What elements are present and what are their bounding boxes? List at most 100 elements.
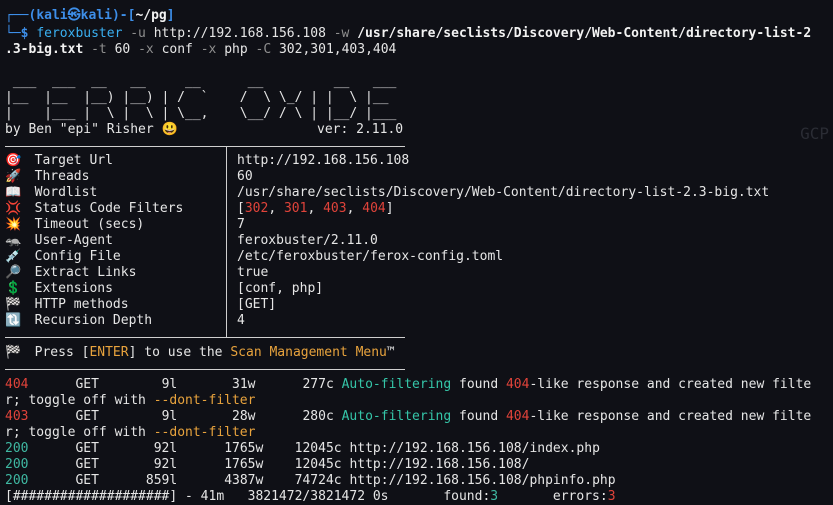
progress-bar: [####################] (5, 489, 178, 504)
menu-hint-pre: Press [ (34, 345, 90, 360)
magnifier-icon: 🔎 (5, 265, 22, 280)
status-code-filters-value: [302, 301, 403, 404] (237, 201, 394, 217)
filter-code: 302 (244, 201, 269, 216)
config-top-rule (5, 146, 405, 147)
result-row: 200 GET 92l 1765w 12045c http://192.168.… (5, 457, 529, 473)
result-row: 403 GET 9l 28w 280c Auto-filtering found… (5, 409, 811, 425)
config-value: /usr/share/seclists/Discovery/Web-Conten… (237, 185, 770, 200)
result-code: 403 (5, 409, 29, 424)
config-row: 🔃 Recursion Depth (5, 313, 152, 329)
result-lines: 9l (161, 409, 178, 424)
config-value: 60 (237, 169, 253, 184)
result-words: 1765w (224, 457, 264, 472)
result-code: 404 (5, 377, 29, 392)
wrap-flag: --dont-filter (153, 425, 256, 440)
progress-eta: 0s (372, 489, 389, 504)
config-value: [GET] (237, 297, 277, 312)
result-autofilter: Auto-filtering (341, 377, 452, 392)
config-row: 💲 Extensions (5, 281, 113, 297)
result-url[interactable]: http://192.168.156.108/phpinfo.php (349, 473, 615, 488)
result-wrap: r; toggle off with --dont-filter (5, 425, 255, 441)
config-label: User-Agent (34, 233, 113, 248)
command-flag-x1: -x (138, 42, 154, 57)
config-label: Wordlist (34, 185, 98, 200)
result-text-code: 404 (505, 409, 530, 424)
progress-stats: - 41m 3821472/3821472 (177, 489, 366, 504)
config-value: 7 (237, 217, 245, 232)
wrap-flag: --dont-filter (153, 393, 256, 408)
prompt-mid: )-[ (111, 8, 136, 23)
prompt-dollar: $ (20, 26, 29, 41)
menu-rule (5, 369, 405, 370)
result-lines: 92l (153, 441, 178, 456)
result-chars: 277c (302, 377, 334, 392)
result-text: found (451, 377, 506, 392)
config-value: /etc/feroxbuster/ferox-config.toml (237, 249, 504, 264)
config-row: 🚀 Threads (5, 169, 89, 185)
result-method: GET (75, 457, 99, 472)
badger-icon: 🦡 (5, 233, 22, 248)
result-method: GET (75, 377, 99, 392)
result-text: found (451, 409, 506, 424)
result-url[interactable]: http://192.168.156.108/index.php (349, 441, 599, 456)
result-words: 4387w (224, 473, 264, 488)
watermark: GCP (800, 124, 829, 143)
config-label: Threads (34, 169, 90, 184)
checkered-flag-icon: 🏁 (5, 297, 22, 312)
result-code: 200 (5, 473, 29, 488)
config-row: 💥 Timeout (secs) (5, 217, 144, 233)
progress-found-label: found: (443, 489, 491, 504)
config-label: HTTP methods (34, 297, 129, 312)
menu-hint-key: ENTER (89, 345, 129, 360)
prompt-user: kali (36, 8, 68, 23)
prompt-line: ┌──(kali㉿kali)-[~/pg] (5, 8, 175, 24)
result-row: 200 GET 859l 4387w 74724c http://192.168… (5, 473, 616, 489)
prompt-host: kali (80, 8, 112, 23)
result-chars: 280c (302, 409, 334, 424)
menu-hint-mid: ] to use the (128, 345, 231, 360)
filter-code: 403 (323, 201, 347, 216)
config-row: 💉 Config File (5, 249, 121, 265)
target-icon: 🎯 (5, 153, 22, 168)
command-flag-c: -C (255, 42, 272, 57)
refresh-icon: 🔃 (5, 313, 22, 328)
result-lines: 9l (161, 377, 178, 392)
command-flag-u: -u (130, 26, 146, 41)
progress-found: 3 (490, 489, 499, 504)
config-value: feroxbuster/2.11.0 (237, 233, 378, 248)
filter-sep: , (346, 201, 363, 216)
config-label: Config File (34, 249, 121, 264)
progress-errors-label: errors: (552, 489, 608, 504)
config-row: 🔎 Extract Links (5, 265, 136, 281)
banner-author-text: by Ben "epi" Risher (5, 122, 154, 137)
banner-art-1: ___ ___ __ __ __ __ __ ___ (5, 74, 397, 89)
config-value: http://192.168.156.108 (237, 153, 410, 168)
prompt-end: ] (166, 8, 175, 23)
command-line-wrap: .3-big.txt -t 60 -x conf -x php -C 302,3… (5, 42, 396, 58)
result-autofilter: Auto-filtering (341, 409, 452, 424)
result-chars: 12045c (294, 457, 342, 472)
banner-version: ver: 2.11.0 (317, 122, 404, 137)
prompt-at: ㉿ (67, 8, 81, 23)
result-chars: 74724c (294, 473, 342, 488)
progress-line: [####################] - 41m 3821472/382… (5, 489, 616, 505)
result-method: GET (75, 473, 99, 488)
result-method: GET (75, 441, 99, 456)
terminal-window[interactable]: ┌──(kali㉿kali)-[~/pg] └─$ feroxbuster -u… (0, 0, 833, 504)
filter-sep: , (307, 201, 324, 216)
filters-open: [ (237, 201, 245, 216)
result-words: 1765w (224, 441, 264, 456)
prompt-box-bottom: └─ (5, 26, 21, 41)
filter-code: 301 (283, 201, 308, 216)
config-row: 🎯 Target Url (5, 153, 113, 169)
config-label: Recursion Depth (34, 313, 153, 328)
collision-icon: 💥 (5, 217, 22, 232)
banner-author: by Ben "epi" Risher 😃 (5, 122, 178, 138)
banner-art-2: |__ |__ |__) |__) | / ` / \ \_/ | | \ |_… (5, 90, 389, 105)
config-label: Timeout (secs) (34, 217, 145, 232)
result-url[interactable]: http://192.168.156.108/ (349, 457, 529, 472)
result-code: 200 (5, 441, 29, 456)
config-value: [conf, php] (237, 281, 324, 296)
config-value: true (237, 265, 269, 280)
dollar-icon: 💲 (5, 281, 22, 296)
